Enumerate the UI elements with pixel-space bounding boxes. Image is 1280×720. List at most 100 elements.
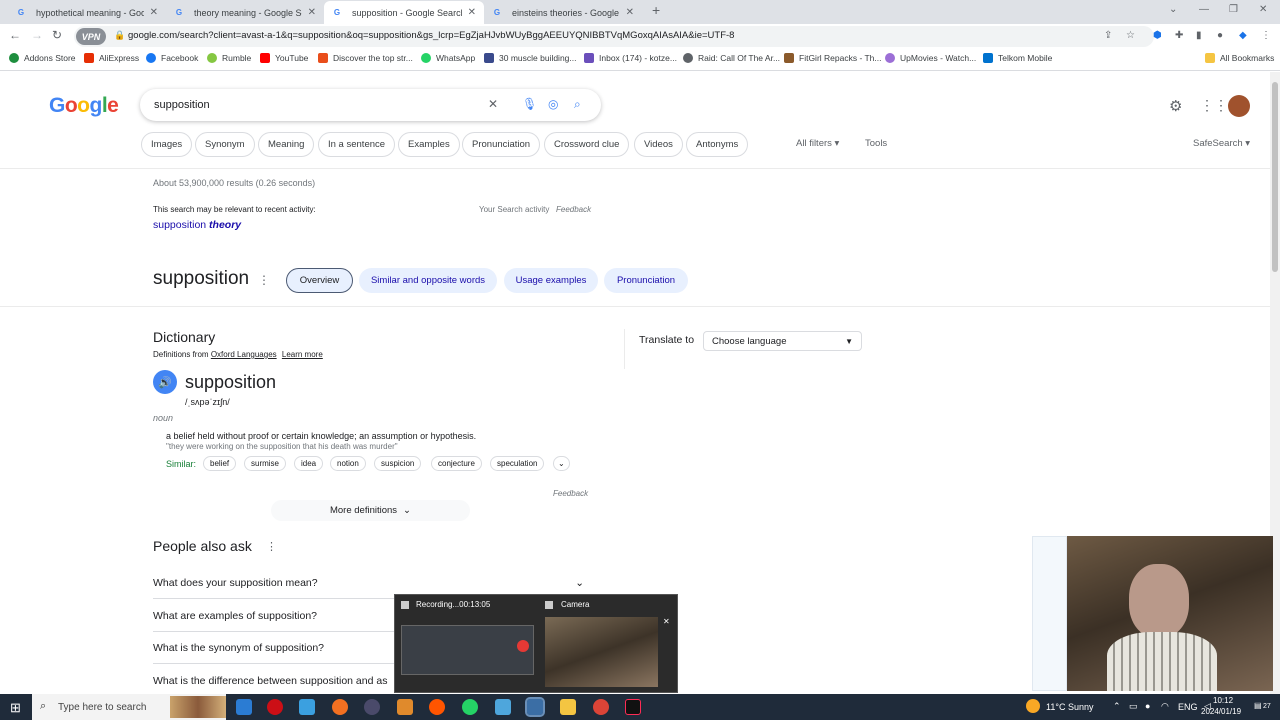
microphone-tray-icon[interactable]: ● <box>1145 701 1150 711</box>
tab-pronunciation[interactable]: Pronunciation <box>604 268 688 293</box>
mail-app-icon[interactable] <box>236 699 252 715</box>
chevron-down-icon[interactable]: ⌄ <box>1169 4 1177 15</box>
bookmark-item[interactable]: 30 muscle building... <box>484 53 577 63</box>
more-options-icon[interactable]: ⋮ <box>258 273 270 287</box>
chip-in-a-sentence[interactable]: In a sentence <box>318 132 396 157</box>
search-icon[interactable]: ⌕ <box>574 97 581 112</box>
similar-chip[interactable]: speculation <box>490 456 545 471</box>
bookmark-item[interactable]: YouTube <box>260 53 308 63</box>
chip-antonyms[interactable]: Antonyms <box>686 132 749 157</box>
tools-button[interactable]: Tools <box>865 138 887 149</box>
all-filters-button[interactable]: All filters ▾ <box>796 138 839 149</box>
file-explorer-icon[interactable] <box>560 699 576 715</box>
chip-synonym[interactable]: Synonym <box>195 132 255 157</box>
similar-chip[interactable]: notion <box>330 456 366 471</box>
wifi-icon[interactable]: ◠ <box>1161 701 1169 712</box>
avast-shield-icon[interactable]: ◆ <box>1239 30 1247 41</box>
bookmark-item[interactable]: FitGirl Repacks - Th... <box>784 53 882 63</box>
avatar[interactable] <box>1228 95 1250 117</box>
similar-chip[interactable]: suspicion <box>374 456 422 471</box>
tab-supposition[interactable]: G supposition - Google Search ✕ <box>324 1 484 24</box>
address-bar[interactable]: VPN 🔒 google.com/search?client=avast-a-1… <box>74 26 1154 47</box>
media-player-icon[interactable] <box>364 699 380 715</box>
menu-dots-icon[interactable]: ⋮ <box>1261 30 1271 41</box>
chip-examples[interactable]: Examples <box>398 132 460 157</box>
restore-icon[interactable]: ❐ <box>1229 4 1238 15</box>
search-input[interactable]: supposition <box>154 99 210 111</box>
bookmark-item[interactable]: Rumble <box>207 53 251 63</box>
tab-hypothetical[interactable]: G hypothetical meaning - Google ✕ <box>8 1 166 24</box>
bookmark-item[interactable]: UpMovies - Watch... <box>885 53 976 63</box>
all-bookmarks[interactable]: All Bookmarks <box>1205 53 1274 63</box>
notifications-icon[interactable]: ▤ <box>1254 701 1262 710</box>
new-tab-icon[interactable]: + <box>652 2 660 18</box>
suggested-search-link[interactable]: supposition theory <box>153 219 241 231</box>
camera-thumbnail[interactable] <box>545 617 658 687</box>
expand-chevron-icon[interactable]: ⌄ <box>553 456 570 471</box>
similar-chip[interactable]: idea <box>294 456 324 471</box>
learn-more-link[interactable]: Learn more <box>282 350 323 359</box>
avast-icon[interactable] <box>332 699 348 715</box>
bookmark-item[interactable]: Discover the top str... <box>318 53 413 63</box>
close-tab-icon[interactable]: ✕ <box>308 7 316 18</box>
microphone-icon[interactable]: 🎙 <box>522 97 537 111</box>
more-definitions-button[interactable]: More definitions ⌄ <box>271 500 470 521</box>
chip-crossword-clue[interactable]: Crossword clue <box>544 132 630 157</box>
your-search-activity-link[interactable]: Your Search activity <box>479 205 549 214</box>
recorder-thumbnail[interactable] <box>401 625 534 675</box>
weather-sun-icon[interactable] <box>1026 699 1040 713</box>
tab-similar-opposite[interactable]: Similar and opposite words <box>359 268 497 293</box>
extension-shield-icon[interactable]: ⬢ <box>1153 30 1162 41</box>
side-panel-icon[interactable]: ▮ <box>1196 30 1202 41</box>
whatsapp-icon[interactable] <box>462 699 478 715</box>
clock-time[interactable]: 10:12 <box>1213 696 1233 705</box>
network-app-icon[interactable] <box>495 699 511 715</box>
bookmark-item[interactable]: Addons Store <box>9 53 76 63</box>
speaker-icon[interactable]: 🔊 <box>153 370 177 394</box>
back-icon[interactable]: ← <box>9 28 21 42</box>
scrollbar-thumb[interactable] <box>1272 82 1278 272</box>
chip-meaning[interactable]: Meaning <box>258 132 315 157</box>
tab-theory[interactable]: G theory meaning - Google Searc ✕ <box>166 1 324 24</box>
vpn-icon[interactable]: VPN <box>76 28 106 45</box>
similar-chip[interactable]: surmise <box>244 456 287 471</box>
opera-icon[interactable] <box>267 699 283 715</box>
tab-einsteins[interactable]: G einsteins theories - Google Sea ✕ <box>484 1 642 24</box>
feedback-link[interactable]: Feedback <box>556 205 591 214</box>
weather-text[interactable]: 11°C Sunny <box>1046 702 1093 712</box>
reload-icon[interactable]: ↻ <box>52 28 62 42</box>
google-logo[interactable]: Google <box>49 94 119 118</box>
bookmark-item[interactable]: Facebook <box>146 53 198 63</box>
bookmark-item[interactable]: AliExpress <box>84 53 139 63</box>
language-select[interactable]: Choose language ▼ <box>703 331 862 351</box>
apps-grid-icon[interactable]: ⋮⋮ <box>1200 97 1228 114</box>
store-icon[interactable] <box>299 699 315 715</box>
lens-icon[interactable]: ◎ <box>548 97 558 111</box>
minimize-icon[interactable]: — <box>1199 4 1209 15</box>
chrome-icon[interactable] <box>593 699 609 715</box>
chip-videos[interactable]: Videos <box>634 132 683 157</box>
safesearch-button[interactable]: SafeSearch ▾ <box>1193 138 1250 149</box>
clear-icon[interactable]: ✕ <box>488 97 498 111</box>
similar-chip[interactable]: conjecture <box>431 456 482 471</box>
bookmark-star-icon[interactable]: ☆ <box>1126 30 1135 41</box>
recorder-preview[interactable]: Recording...00:13:05 Camera ✕ <box>394 594 678 693</box>
url-text[interactable]: google.com/search?client=avast-a-1&q=sup… <box>128 30 734 41</box>
tab-usage-examples[interactable]: Usage examples <box>504 268 598 293</box>
lock-icon[interactable]: 🔒 <box>114 30 125 41</box>
tab-overview[interactable]: Overview <box>286 268 353 293</box>
close-tab-icon[interactable]: ✕ <box>150 7 158 18</box>
soundcloud-icon[interactable] <box>429 699 445 715</box>
tiktok-icon[interactable] <box>625 699 641 715</box>
extensions-puzzle-icon[interactable]: ✚ <box>1175 30 1183 41</box>
tray-chevron-icon[interactable]: ⌃ <box>1113 701 1121 712</box>
bookmark-item[interactable]: Raid: Call Of The Ar... <box>683 53 780 63</box>
settings-gear-icon[interactable]: ⚙ <box>1169 97 1182 115</box>
similar-chip[interactable]: belief <box>203 456 237 471</box>
chip-pronunciation[interactable]: Pronunciation <box>462 132 541 157</box>
search-box[interactable]: supposition ✕ 🎙 ◎ ⌕ <box>140 89 601 121</box>
more-options-icon[interactable]: ⋮ <box>266 540 277 553</box>
close-tab-icon[interactable]: ✕ <box>626 7 634 18</box>
windows-start-icon[interactable]: ⊞ <box>10 700 21 716</box>
snipping-tool-icon[interactable] <box>525 697 545 717</box>
